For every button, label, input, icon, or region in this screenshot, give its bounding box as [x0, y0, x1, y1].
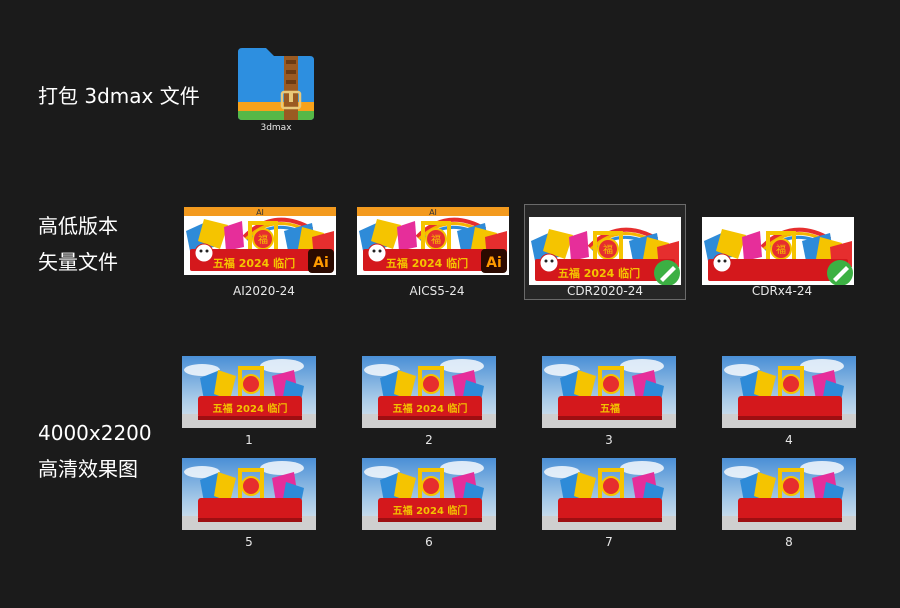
vector-file-caption: AI2020-24: [233, 284, 295, 298]
render-artwork: [722, 458, 856, 530]
render-artwork: [722, 356, 856, 428]
vector-top-tag: AI: [256, 208, 264, 217]
render-artwork: 五福: [542, 356, 676, 428]
render-caption: 6: [425, 535, 433, 549]
section-label-package: 打包 3dmax 文件: [38, 78, 200, 114]
vector-artwork: 福: [702, 217, 854, 285]
render-item[interactable]: 5: [182, 458, 316, 552]
render-artwork: [182, 458, 316, 530]
adobe-illustrator-icon: Ai: [481, 249, 507, 273]
render-thumbnail: [722, 458, 856, 530]
render-artwork-title: 五福 2024 临门: [213, 402, 288, 415]
render-caption: 7: [605, 535, 613, 549]
vector-file-caption: CDR2020-24: [566, 284, 644, 298]
zip-file-item[interactable]: 3dmax: [236, 46, 316, 136]
vector-label-line2: 矢量文件: [38, 250, 118, 274]
vector-file-caption: CDRx4-24: [751, 284, 813, 298]
renders-label-line1: 4000x2200: [38, 421, 152, 445]
render-thumbnail: [182, 458, 316, 530]
render-item[interactable]: 五福 3: [542, 356, 676, 450]
coreldraw-icon: [654, 260, 680, 285]
render-caption: 2: [425, 433, 433, 447]
vector-top-tag: AI: [429, 208, 437, 217]
render-artwork: 五福 2024 临门: [182, 356, 316, 428]
vector-file-caption: AICS5-24: [409, 284, 465, 298]
render-item[interactable]: 五福 2024 临门 6: [362, 458, 496, 552]
render-caption: 8: [785, 535, 793, 549]
svg-text:福: 福: [776, 243, 786, 256]
svg-text:福: 福: [258, 233, 268, 246]
render-caption: 3: [605, 433, 613, 447]
render-item[interactable]: 7: [542, 458, 676, 552]
vector-label-line1: 高低版本: [38, 214, 118, 238]
render-caption: 1: [245, 433, 253, 447]
render-item[interactable]: 8: [722, 458, 856, 552]
renders-label-line2: 高清效果图: [38, 457, 138, 481]
render-thumbnail: 五福: [542, 356, 676, 428]
package-label: 打包 3dmax 文件: [38, 84, 200, 108]
render-thumbnail: [722, 356, 856, 428]
section-label-renders: 4000x2200 高清效果图: [38, 415, 152, 487]
svg-text:福: 福: [431, 233, 441, 246]
render-thumbnail: [542, 458, 676, 530]
vector-file-thumbnail: 福 AI 五福 2024 临门 Ai: [184, 207, 336, 275]
render-artwork-title: 五福: [600, 402, 620, 415]
render-artwork-title: 五福 2024 临门: [393, 504, 468, 517]
render-thumbnail: 五福 2024 临门: [362, 458, 496, 530]
render-item[interactable]: 五福 2024 临门 2: [362, 356, 496, 450]
badge-text: Ai: [486, 255, 502, 271]
vector-file-thumbnail: 福: [702, 217, 854, 285]
render-artwork: 五福 2024 临门: [362, 458, 496, 530]
vector-file-item-selected[interactable]: 福 五福 2024 临门 CDR2020-24: [524, 204, 686, 300]
render-item[interactable]: 4: [722, 356, 856, 450]
vector-file-thumbnail: 福 五福 2024 临门: [529, 217, 681, 285]
render-thumbnail: 五福 2024 临门: [182, 356, 316, 428]
vector-artwork: 福 AI 五福 2024 临门 Ai: [184, 207, 336, 275]
svg-text:福: 福: [603, 243, 613, 256]
vector-file-item[interactable]: 福 AI 五福 2024 临门 Ai AICS5-24: [357, 207, 517, 301]
vector-artwork-title: 五福 2024 临门: [558, 266, 640, 280]
badge-text: Ai: [313, 255, 329, 271]
render-caption: 5: [245, 535, 253, 549]
render-item[interactable]: 五福 2024 临门 1: [182, 356, 316, 450]
render-artwork-title: 五福 2024 临门: [393, 402, 468, 415]
vector-file-thumbnail: 福 AI 五福 2024 临门 Ai: [357, 207, 509, 275]
render-artwork: 五福 2024 临门: [362, 356, 496, 428]
render-caption: 4: [785, 433, 793, 447]
vector-file-item[interactable]: 福 CDRx4-24: [702, 207, 862, 301]
zip-folder-icon: [238, 48, 314, 120]
render-artwork: [542, 458, 676, 530]
vector-artwork-title: 五福 2024 临门: [213, 256, 295, 270]
coreldraw-icon: [827, 260, 853, 285]
section-label-vector: 高低版本 矢量文件: [38, 208, 118, 280]
vector-file-item[interactable]: 福 AI 五福 2024 临门 Ai AI2020-24: [184, 207, 344, 301]
vector-artwork: 福 五福 2024 临门: [529, 217, 681, 285]
vector-artwork-title: 五福 2024 临门: [386, 256, 468, 270]
zip-file-caption: 3dmax: [260, 123, 292, 133]
render-thumbnail: 五福 2024 临门: [362, 356, 496, 428]
vector-artwork: 福 AI 五福 2024 临门 Ai: [357, 207, 509, 275]
adobe-illustrator-icon: Ai: [308, 249, 334, 273]
